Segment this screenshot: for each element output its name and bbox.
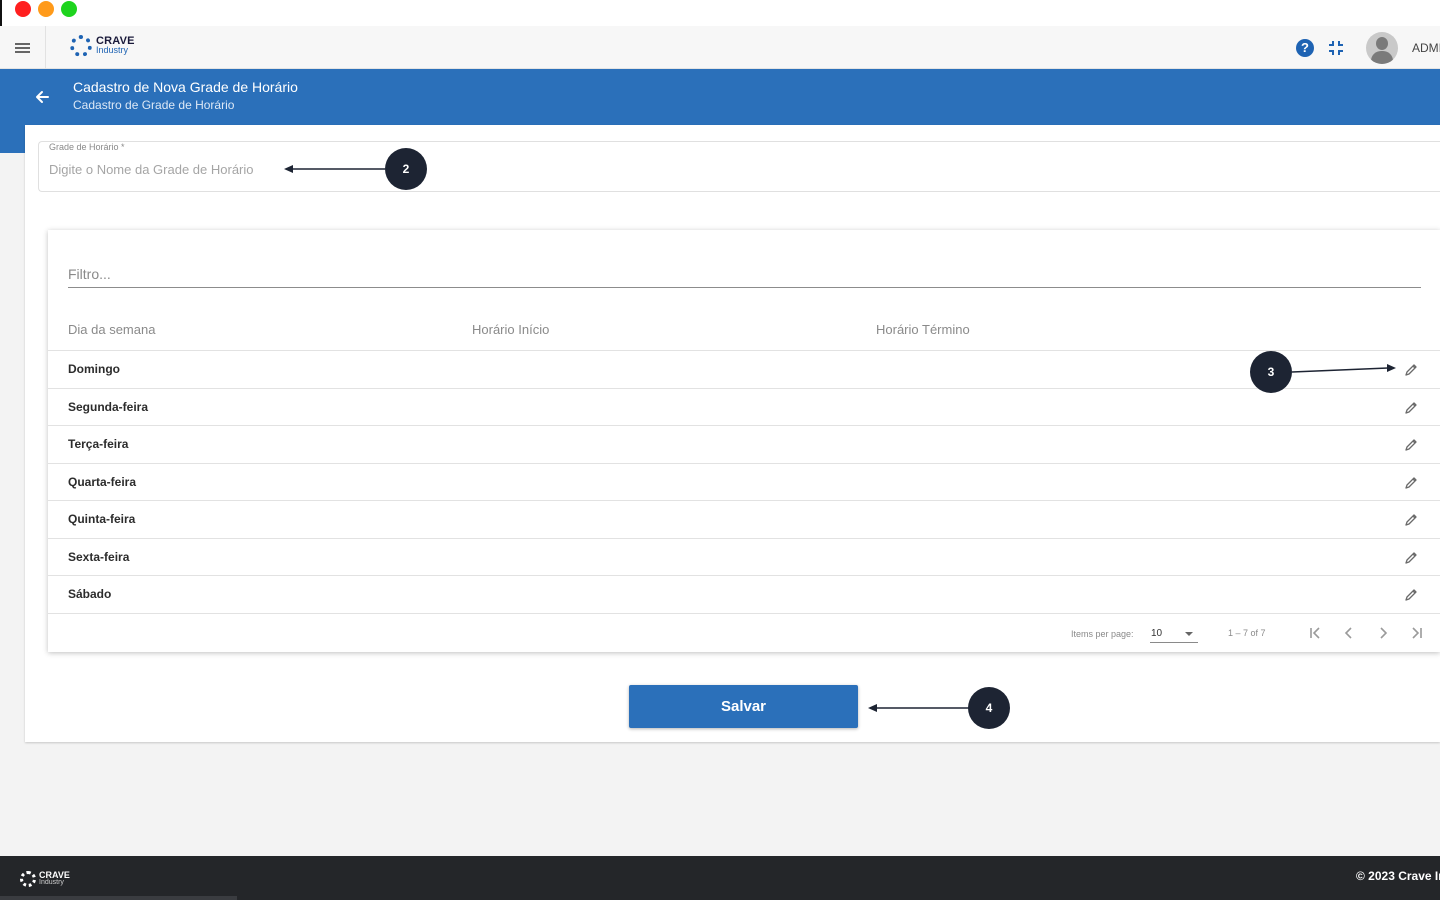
menu-icon [15, 42, 30, 53]
footer-logo-mark [20, 871, 36, 887]
grade-field: Grade de Horário * [38, 141, 1440, 192]
grade-name-input[interactable] [49, 162, 649, 177]
row-day-label: Terça-feira [68, 437, 129, 451]
maximize-window-button[interactable] [61, 1, 77, 17]
edit-icon[interactable] [1402, 474, 1420, 492]
paginator: Items per page: 10 1 – 7 of 7 [48, 614, 1440, 652]
header-strip [0, 125, 25, 153]
back-arrow-icon[interactable] [34, 89, 50, 105]
table-row: Sexta-feira [48, 539, 1440, 576]
logo-text-sub: Industry [96, 45, 129, 55]
footer-logo: CRAVE Industry [20, 871, 70, 887]
row-day-label: Sexta-feira [68, 549, 130, 564]
items-per-page-value: 10 [1151, 628, 1163, 639]
schedule-table-card: Dia da semana Horário Início Horário Tér… [48, 230, 1440, 652]
edit-icon[interactable] [1402, 586, 1420, 604]
previous-page-icon[interactable] [1340, 624, 1358, 642]
table-row: Quinta-feira [48, 501, 1440, 539]
edit-icon[interactable] [1402, 361, 1420, 379]
edit-icon[interactable] [1402, 511, 1420, 529]
form-card: Grade de Horário * Dia da semana Horário… [25, 125, 1440, 742]
table-header: Dia da semana Horário Início Horário Tér… [48, 310, 1440, 351]
chevron-down-icon [1185, 632, 1193, 636]
callout-3: 3 [1250, 351, 1292, 393]
filter-input[interactable] [68, 254, 1421, 288]
row-day-label: Quarta-feira [68, 474, 137, 489]
footer-logo-text-sub: Industry [39, 879, 64, 886]
row-day-label: Segunda-feira [68, 399, 149, 414]
app-logo[interactable]: CRAVE Industry [70, 35, 135, 57]
page-range-label: 1 – 7 of 7 [1228, 628, 1266, 638]
minimize-window-button[interactable] [38, 1, 54, 17]
table-row: Sábado [48, 576, 1440, 614]
column-header-start[interactable]: Horário Início [472, 322, 549, 337]
edit-icon[interactable] [1402, 549, 1420, 567]
table-row: Segunda-feira [48, 389, 1440, 426]
grade-field-label: Grade de Horário * [49, 142, 125, 152]
column-header-day[interactable]: Dia da semana [68, 322, 155, 337]
table-row: Terça-feira [48, 426, 1440, 464]
callout-2: 2 [385, 148, 427, 190]
page-header: Cadastro de Nova Grade de Horário Cadast… [0, 69, 1440, 125]
page-title: Cadastro de Nova Grade de Horário [73, 79, 298, 95]
close-window-button[interactable] [15, 1, 31, 17]
logo-mark [70, 35, 92, 57]
last-page-icon[interactable] [1408, 624, 1426, 642]
avatar[interactable] [1366, 31, 1398, 64]
items-per-page-select[interactable]: 10 [1150, 625, 1198, 643]
window-chrome [0, 0, 1440, 26]
shrink-icon[interactable] [1328, 40, 1344, 56]
page-subtitle: Cadastro de Grade de Horário [73, 98, 235, 112]
table-row: Domingo [48, 351, 1440, 389]
user-name[interactable]: ADMIN [1412, 41, 1440, 55]
menu-button[interactable] [0, 26, 46, 69]
window-edge [0, 0, 2, 26]
first-page-icon[interactable] [1306, 624, 1324, 642]
footer-copyright: © 2023 Crave Industry [1356, 869, 1440, 883]
callout-4: 4 [968, 687, 1010, 729]
next-page-icon[interactable] [1374, 624, 1392, 642]
row-day-label: Quinta-feira [68, 512, 136, 526]
row-day-label: Sábado [68, 587, 112, 601]
footer-logo-text-main: CRAVE [39, 870, 70, 880]
edit-icon[interactable] [1402, 436, 1420, 454]
items-per-page-label: Items per page: [1071, 629, 1134, 639]
save-button[interactable]: Salvar [629, 685, 858, 728]
column-header-end[interactable]: Horário Término [876, 322, 970, 337]
footer-strip [0, 896, 237, 900]
top-app-bar: CRAVE Industry ? ADMIN [0, 26, 1440, 69]
help-icon[interactable]: ? [1296, 38, 1314, 57]
footer: CRAVE Industry © 2023 Crave Industry [0, 856, 1440, 900]
row-day-label: Domingo [68, 362, 120, 376]
edit-icon[interactable] [1402, 399, 1420, 417]
table-row: Quarta-feira [48, 464, 1440, 501]
